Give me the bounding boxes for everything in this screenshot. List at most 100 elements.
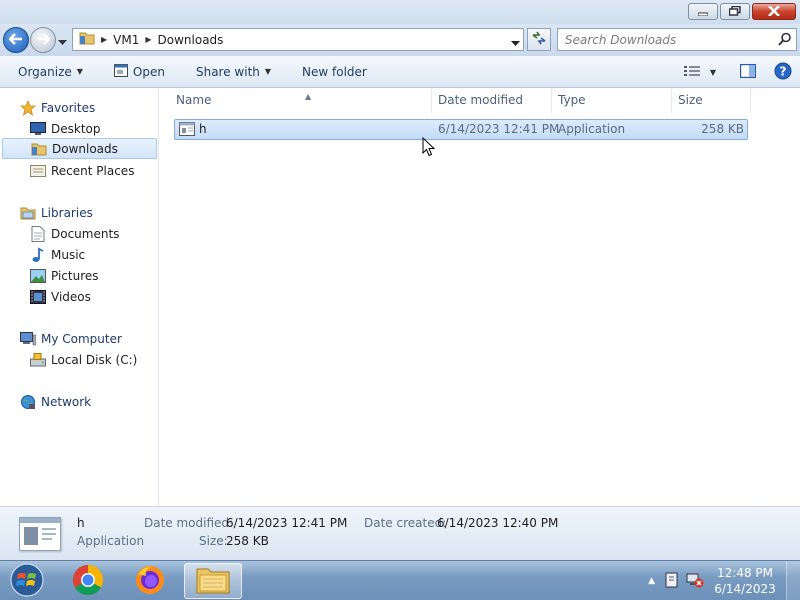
- taskbar: ▲ 12:48 PM 6/14/2023: [0, 560, 800, 600]
- star-icon: [20, 99, 36, 116]
- action-center-icon[interactable]: [664, 572, 680, 591]
- chevron-right-icon[interactable]: ▶: [145, 35, 151, 44]
- nav-my-computer[interactable]: My Computer: [0, 328, 157, 349]
- folder-icon: [79, 31, 95, 48]
- svg-text:?: ?: [780, 65, 787, 79]
- show-desktop-button[interactable]: [786, 561, 800, 600]
- preview-pane-icon: [739, 63, 757, 81]
- nav-downloads-label: Downloads: [52, 141, 118, 156]
- taskbar-explorer[interactable]: [184, 563, 242, 599]
- column-date-modified[interactable]: Date modified: [432, 88, 552, 113]
- taskbar-chrome[interactable]: [60, 563, 116, 599]
- libraries-icon: [20, 205, 36, 221]
- file-list: ▲ Name Date modified Type Size h 6/14/20…: [160, 88, 800, 506]
- nav-videos[interactable]: Videos: [0, 286, 157, 307]
- nav-desktop[interactable]: Desktop: [0, 118, 157, 139]
- column-size-label: Size: [678, 93, 703, 107]
- sort-ascending-icon: ▲: [305, 92, 312, 101]
- nav-network[interactable]: Network: [0, 391, 157, 412]
- details-pane: h Application Date modified: 6/14/2023 1…: [0, 506, 800, 560]
- details-size-label: Size:: [199, 534, 228, 548]
- nav-recent-places-label: Recent Places: [51, 163, 135, 178]
- address-bar[interactable]: ▶ VM1 ▶ Downloads: [72, 28, 524, 51]
- nav-local-disk[interactable]: Local Disk (C:): [0, 349, 157, 370]
- downloads-folder-icon: [31, 141, 47, 157]
- help-button[interactable]: ?: [774, 62, 792, 83]
- nav-music-label: Music: [51, 247, 86, 262]
- refresh-icon: [531, 31, 547, 48]
- nav-pictures[interactable]: Pictures: [0, 265, 157, 286]
- new-folder-label: New folder: [302, 64, 367, 79]
- mouse-cursor-icon: [422, 136, 436, 160]
- column-type-label: Type: [558, 93, 586, 107]
- column-name[interactable]: ▲ Name: [170, 88, 432, 113]
- file-row[interactable]: h 6/14/2023 12:41 PM Application 258 KB: [174, 119, 748, 140]
- address-row: ▶ VM1 ▶ Downloads: [0, 24, 800, 56]
- nav-network-label: Network: [41, 394, 92, 409]
- details-date-created: 6/14/2023 12:40 PM: [437, 516, 559, 530]
- column-date-modified-label: Date modified: [438, 93, 524, 107]
- clock-date: 6/14/2023: [714, 582, 776, 596]
- new-folder-button[interactable]: New folder: [280, 56, 376, 88]
- details-date-modified-label: Date modified:: [144, 516, 234, 530]
- pictures-icon: [30, 268, 46, 284]
- close-icon: [768, 4, 780, 19]
- nav-music[interactable]: Music: [0, 244, 157, 265]
- nav-favorites-label: Favorites: [41, 100, 96, 115]
- clock[interactable]: 12:48 PM 6/14/2023: [712, 565, 778, 597]
- taskbar-firefox[interactable]: [122, 563, 178, 599]
- videos-icon: [30, 289, 46, 305]
- breadcrumb-downloads[interactable]: Downloads: [158, 33, 224, 47]
- nav-my-computer-label: My Computer: [41, 331, 122, 346]
- search-input[interactable]: [565, 32, 775, 47]
- breadcrumb-vm1[interactable]: VM1: [113, 33, 139, 47]
- help-icon: ?: [774, 62, 792, 83]
- command-bar: Organize ▼ Open Share with ▼ New folder …: [0, 56, 800, 88]
- restore-button[interactable]: [720, 3, 750, 20]
- details-file-type: Application: [77, 534, 145, 548]
- nav-favorites[interactable]: Favorites: [0, 97, 157, 118]
- preview-pane-button[interactable]: [739, 63, 757, 81]
- recent-pages-dropdown[interactable]: [58, 35, 67, 49]
- organize-button[interactable]: Organize ▼: [0, 56, 92, 88]
- search-box[interactable]: [557, 28, 797, 51]
- column-size[interactable]: Size: [672, 88, 751, 113]
- network-icon: [20, 394, 36, 410]
- documents-icon: [30, 225, 46, 242]
- clock-time: 12:48 PM: [717, 566, 773, 580]
- chevron-right-icon[interactable]: ▶: [101, 35, 107, 44]
- recent-places-icon: [30, 163, 46, 179]
- nav-libraries-label: Libraries: [41, 205, 93, 220]
- change-view-button[interactable]: ▼: [683, 65, 716, 80]
- minimize-icon: [697, 5, 709, 19]
- drive-icon: [30, 352, 46, 368]
- show-hidden-icons-icon[interactable]: ▲: [648, 576, 655, 586]
- chevron-down-icon: ▼: [709, 68, 716, 77]
- computer-icon: [20, 331, 36, 347]
- column-type[interactable]: Type: [552, 88, 672, 113]
- breadcrumb: ▶ VM1 ▶ Downloads: [73, 31, 223, 48]
- nav-recent-places[interactable]: Recent Places: [0, 160, 157, 181]
- windows-start-icon: [9, 562, 45, 600]
- minimize-button[interactable]: [688, 3, 718, 20]
- restore-icon: [728, 5, 741, 19]
- nav-desktop-label: Desktop: [51, 121, 101, 136]
- chrome-icon: [72, 564, 104, 599]
- search-icon[interactable]: [778, 32, 792, 49]
- close-button[interactable]: [752, 3, 796, 20]
- open-icon: [113, 63, 128, 80]
- back-arrow-icon: [8, 32, 23, 48]
- back-button[interactable]: [3, 27, 29, 53]
- share-with-button[interactable]: Share with ▼: [174, 56, 280, 88]
- start-button[interactable]: [0, 562, 54, 600]
- nav-downloads[interactable]: Downloads: [2, 138, 157, 159]
- nav-libraries[interactable]: Libraries: [0, 202, 157, 223]
- open-button[interactable]: Open: [92, 56, 174, 88]
- chevron-down-icon[interactable]: [511, 36, 520, 50]
- nav-documents[interactable]: Documents: [0, 223, 157, 244]
- refresh-button[interactable]: [527, 28, 551, 51]
- file-size: 258 KB: [701, 122, 744, 136]
- network-disconnected-icon[interactable]: [686, 572, 704, 591]
- view-controls: ▼ ?: [683, 62, 792, 83]
- forward-button[interactable]: [30, 27, 56, 53]
